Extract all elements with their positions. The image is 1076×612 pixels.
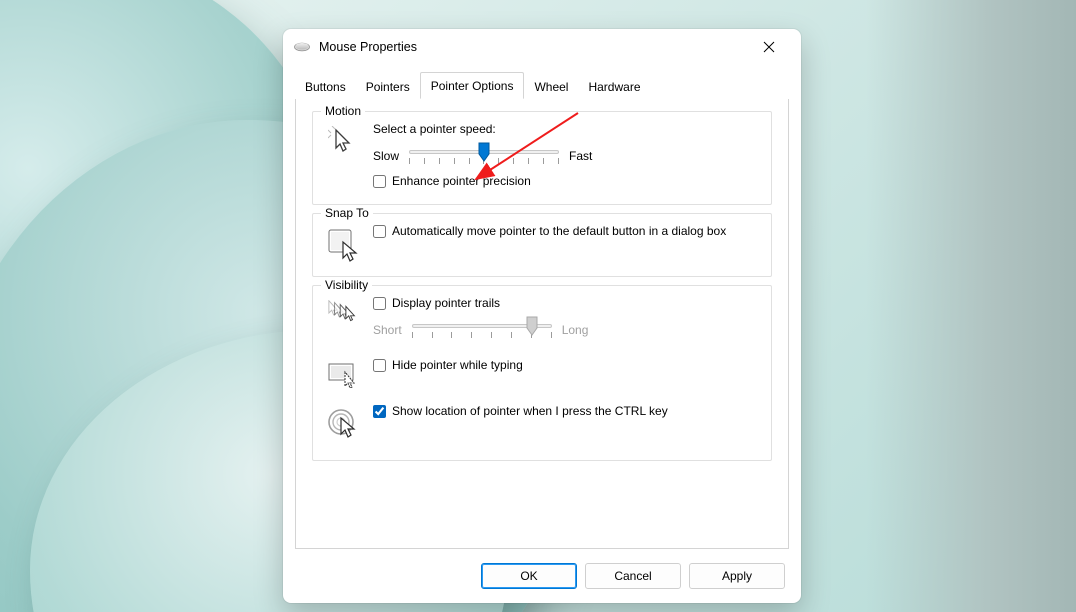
trails-icon — [327, 296, 361, 326]
trails-short-label: Short — [373, 323, 402, 337]
titlebar: Mouse Properties — [283, 29, 801, 65]
ctrl-locate-label: Show location of pointer when I press th… — [392, 404, 668, 418]
trails-slider-thumb — [526, 316, 538, 336]
tab-content: Motion Select a pointer speed: Slow — [295, 99, 789, 549]
visibility-legend: Visibility — [321, 278, 372, 292]
visibility-group: Visibility Display po — [312, 285, 772, 461]
tab-pointer-options[interactable]: Pointer Options — [420, 72, 525, 99]
speed-fast-label: Fast — [569, 149, 592, 163]
trails-long-label: Long — [562, 323, 589, 337]
trails-slider — [412, 318, 552, 342]
close-icon — [763, 41, 775, 53]
hide-typing-input[interactable] — [373, 359, 386, 372]
tab-hardware[interactable]: Hardware — [578, 74, 650, 99]
mouse-properties-dialog: Mouse Properties Buttons Pointers Pointe… — [283, 29, 801, 603]
tab-buttons[interactable]: Buttons — [295, 74, 356, 99]
pointer-speed-slider[interactable] — [409, 144, 559, 168]
cancel-button[interactable]: Cancel — [585, 563, 681, 589]
snapto-label: Automatically move pointer to the defaul… — [392, 224, 726, 238]
snapto-icon — [327, 224, 361, 262]
pointer-speed-icon — [327, 122, 361, 158]
trails-checkbox[interactable]: Display pointer trails — [373, 296, 757, 310]
close-button[interactable] — [747, 33, 791, 61]
ok-button[interactable]: OK — [481, 563, 577, 589]
trails-label: Display pointer trails — [392, 296, 500, 310]
enhance-precision-label: Enhance pointer precision — [392, 174, 531, 188]
snapto-checkbox[interactable]: Automatically move pointer to the defaul… — [373, 224, 757, 238]
select-pointer-speed-label: Select a pointer speed: — [373, 122, 757, 136]
tab-pointers[interactable]: Pointers — [356, 74, 420, 99]
mouse-icon — [293, 41, 311, 53]
ctrl-locate-checkbox[interactable]: Show location of pointer when I press th… — [373, 404, 668, 418]
snapto-legend: Snap To — [321, 206, 373, 220]
ctrl-locate-input[interactable] — [373, 405, 386, 418]
enhance-precision-checkbox[interactable]: Enhance pointer precision — [373, 174, 757, 188]
motion-legend: Motion — [321, 104, 365, 118]
dialog-button-bar: OK Cancel Apply — [283, 559, 801, 603]
motion-group: Motion Select a pointer speed: Slow — [312, 111, 772, 205]
hide-typing-label: Hide pointer while typing — [392, 358, 523, 372]
tab-strip: Buttons Pointers Pointer Options Wheel H… — [283, 65, 801, 99]
speed-slider-thumb[interactable] — [478, 142, 490, 162]
window-title: Mouse Properties — [319, 40, 747, 54]
apply-button[interactable]: Apply — [689, 563, 785, 589]
hide-typing-icon — [327, 358, 361, 388]
tab-wheel[interactable]: Wheel — [524, 74, 578, 99]
trails-input[interactable] — [373, 297, 386, 310]
speed-slow-label: Slow — [373, 149, 399, 163]
enhance-precision-input[interactable] — [373, 175, 386, 188]
ctrl-locate-icon — [327, 404, 361, 442]
hide-typing-checkbox[interactable]: Hide pointer while typing — [373, 358, 523, 372]
snapto-input[interactable] — [373, 225, 386, 238]
snapto-group: Snap To Automatically move pointer to th… — [312, 213, 772, 277]
